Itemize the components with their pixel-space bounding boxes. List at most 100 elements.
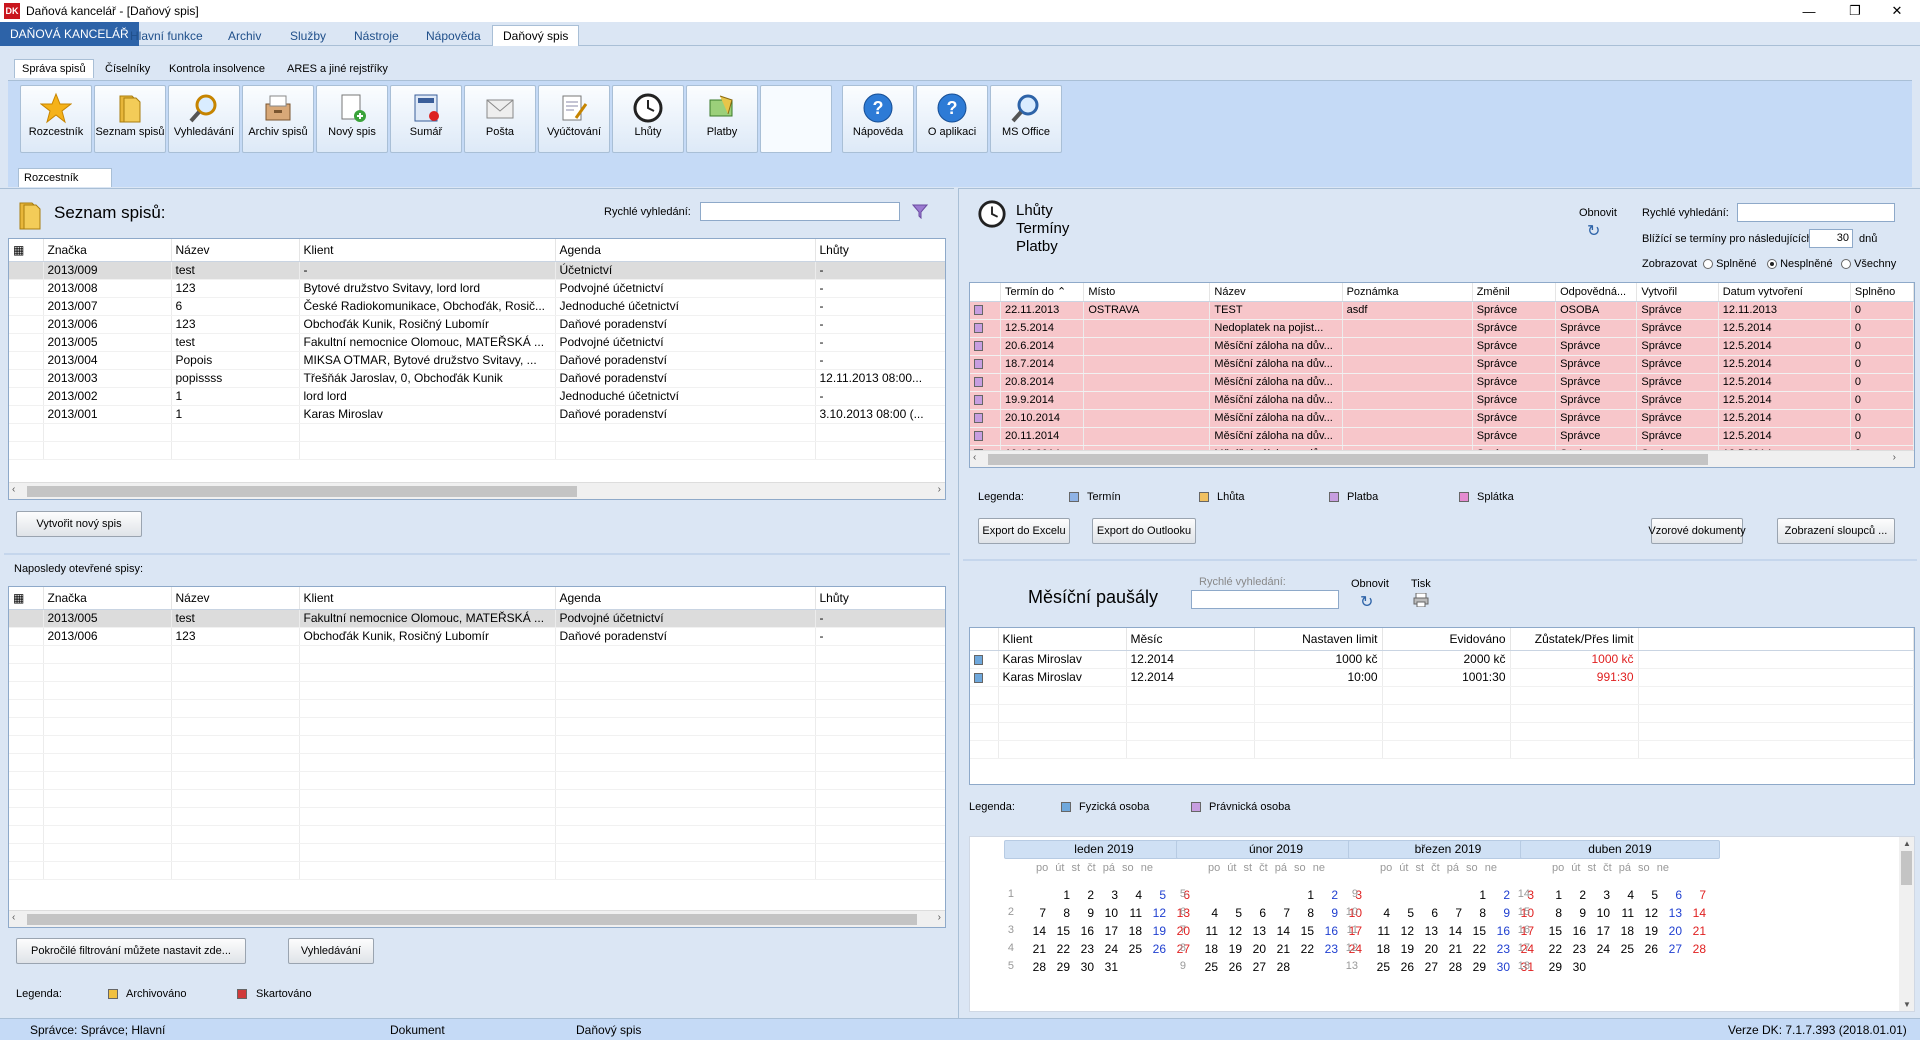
calendar-day[interactable]: 27 <box>1248 960 1266 974</box>
table-row[interactable]: Karas Miroslav 12.2014 10:00 1001:30 991:30 <box>970 668 1914 687</box>
table-row[interactable]: 2013/003 popissss Třešňák Jaroslav, 0, Obc… <box>9 369 945 388</box>
calendar-day[interactable]: 25 <box>1616 942 1634 956</box>
calendar-day[interactable]: 12 <box>1640 906 1658 920</box>
calendar-day[interactable]: 16 <box>1076 924 1094 938</box>
table-row[interactable]: 19.9.2014 Měsíční záloha na dův... Správce… <box>970 391 1914 410</box>
grid-menu-icon[interactable]: ▦ <box>9 239 44 262</box>
col-nazev[interactable]: Název <box>171 587 300 610</box>
calendar-day[interactable]: 19 <box>1396 942 1414 956</box>
calendar-day[interactable]: 5 <box>1396 906 1414 920</box>
col-poznamka[interactable]: Poznámka <box>1342 283 1473 302</box>
calendar-day[interactable]: 16 <box>1320 924 1338 938</box>
calendar-day[interactable]: 11 <box>1372 924 1390 938</box>
calendar-day[interactable]: 1 <box>1052 888 1070 902</box>
table-row[interactable]: 2013/005 test Fakultní nemocnice Olomouc, … <box>9 609 945 628</box>
col-misto[interactable]: Místo <box>1083 283 1211 302</box>
calendar-day[interactable]: 21 <box>1688 924 1706 938</box>
calendar-day[interactable]: 17 <box>1100 924 1118 938</box>
create-spis-button[interactable]: Vytvořit nový spis <box>16 511 142 537</box>
advanced-filter-button[interactable]: Pokročilé filtrování můžete nastavit zde… <box>16 938 246 964</box>
subtab-ciselniky[interactable]: Číselníky <box>98 59 157 78</box>
pausaly-search-input[interactable] <box>1191 590 1339 609</box>
refresh-icon[interactable]: ↻ <box>1360 592 1373 612</box>
calendar-day[interactable]: 14 <box>1028 924 1046 938</box>
lhuty-search-input[interactable] <box>1737 203 1895 222</box>
tab-archiv[interactable]: Archiv <box>218 25 271 46</box>
calendar-day[interactable]: 26 <box>1640 942 1658 956</box>
table-row[interactable]: 18.7.2014 Měsíční záloha na dův... Správce… <box>970 355 1914 374</box>
calendar-day[interactable]: 20 <box>1420 942 1438 956</box>
calendar-day[interactable]: 14 <box>1688 906 1706 920</box>
col-nastaven-limit[interactable]: Nastaven limit <box>1254 628 1383 651</box>
calendar-day[interactable]: 18 <box>1372 942 1390 956</box>
calendar-day[interactable]: 25 <box>1124 942 1142 956</box>
calendar-vscroll[interactable]: ▲ ▼ <box>1899 837 1914 1011</box>
calendar-day[interactable]: 14 <box>1272 924 1290 938</box>
upcoming-days-input[interactable]: 30 <box>1809 229 1853 248</box>
calendar-day[interactable]: 4 <box>1616 888 1634 902</box>
calendar-day[interactable]: 15 <box>1052 924 1070 938</box>
calendar-day[interactable]: 5 <box>1640 888 1658 902</box>
col-splneno[interactable]: Splněno <box>1850 283 1914 302</box>
calendar-day[interactable]: 7 <box>1028 906 1046 920</box>
posta-button[interactable]: Pošta <box>464 85 536 153</box>
vyhledavani-button[interactable]: Vyhledávání <box>168 85 240 153</box>
calendar-day[interactable]: 21 <box>1028 942 1046 956</box>
calendar-day[interactable]: 8 <box>1468 906 1486 920</box>
vyuctovani-button[interactable]: Vyúčtování <box>538 85 610 153</box>
calendar-day[interactable]: 1 <box>1468 888 1486 902</box>
calendar-day[interactable]: 4 <box>1372 906 1390 920</box>
calendar-day[interactable]: 10 <box>1592 906 1610 920</box>
tab-nastroje[interactable]: Nástroje <box>344 25 409 46</box>
calendar-day[interactable]: 1 <box>1296 888 1314 902</box>
lhuty-button[interactable]: Lhůty <box>612 85 684 153</box>
table-row[interactable]: 12.5.2014 Nedoplatek na pojist... Správce S… <box>970 319 1914 338</box>
calendar-day[interactable]: 9 <box>1568 906 1586 920</box>
calendar-day[interactable]: 3 <box>1592 888 1610 902</box>
table-row[interactable]: 2013/008 123 Bytové družstvo Svitavy, lord… <box>9 279 945 298</box>
calendar-day[interactable]: 9 <box>1076 906 1094 920</box>
napoveda-button[interactable]: ? Nápověda <box>842 85 914 153</box>
seznam-search-input[interactable] <box>700 202 900 221</box>
table-row[interactable]: 2013/006 123 Obchoďák Kunik, Rosičný Lubom… <box>9 627 945 646</box>
pausaly-refresh-label[interactable]: Obnovit <box>1351 578 1389 590</box>
calendar-day[interactable]: 6 <box>1420 906 1438 920</box>
table-row[interactable]: 2013/007 6 České Radiokomunikace, Obchoďák… <box>9 297 945 316</box>
printer-icon[interactable] <box>1413 593 1429 607</box>
calendar-day[interactable]: 23 <box>1568 942 1586 956</box>
calendar-day[interactable]: 26 <box>1224 960 1242 974</box>
col-odpovedna[interactable]: Odpovědná... <box>1555 283 1638 302</box>
rozcestnik-button[interactable]: Rozcestník <box>20 85 92 153</box>
calendar-day[interactable]: 28 <box>1028 960 1046 974</box>
calendar-day[interactable]: 22 <box>1544 942 1562 956</box>
col-klient[interactable]: Klient <box>299 239 556 262</box>
table-row[interactable]: 2013/006 123 Obchoďák Kunik, Rosičný Lubom… <box>9 315 945 334</box>
radio-vsechny[interactable]: Všechny <box>1841 258 1896 270</box>
calendar-day[interactable]: 21 <box>1272 942 1290 956</box>
table-row[interactable]: Karas Miroslav 12.2014 1000 kč 2000 kč 1000 … <box>970 650 1914 669</box>
col-agenda[interactable]: Agenda <box>555 587 816 610</box>
brand-menu[interactable]: DAŇOVÁ KANCELÁŘ <box>0 22 139 46</box>
tab-napoveda[interactable]: Nápověda <box>416 25 491 46</box>
calendar-day[interactable]: 30 <box>1492 960 1510 974</box>
table-row[interactable]: 20.10.2014 Měsíční záloha na dův... Správc… <box>970 409 1914 428</box>
subtab-ares[interactable]: ARES a jiné rejstříky <box>280 59 395 78</box>
calendar-day[interactable]: 8 <box>1544 906 1562 920</box>
grid-menu-icon[interactable] <box>970 283 1001 302</box>
calendar-day[interactable]: 2 <box>1320 888 1338 902</box>
calendar-day[interactable]: 24 <box>1592 942 1610 956</box>
col-lhuty[interactable]: Lhůty <box>815 587 945 610</box>
calendar-day[interactable]: 12 <box>1224 924 1242 938</box>
grid-menu-icon[interactable]: ▦ <box>9 587 44 610</box>
calendar-day[interactable]: 24 <box>1100 942 1118 956</box>
sumar-button[interactable]: Sumář <box>390 85 462 153</box>
calendar-day[interactable]: 6 <box>1248 906 1266 920</box>
col-klient[interactable]: Klient <box>998 628 1127 651</box>
calendar-day[interactable]: 22 <box>1052 942 1070 956</box>
col-znacka[interactable]: Značka <box>43 239 172 262</box>
print-label[interactable]: Tisk <box>1411 578 1431 590</box>
calendar-day[interactable]: 22 <box>1296 942 1314 956</box>
calendar-day[interactable]: 11 <box>1124 906 1142 920</box>
table-row[interactable]: 20.6.2014 Měsíční záloha na dův... Správce… <box>970 337 1914 356</box>
calendar-day[interactable]: 6 <box>1664 888 1682 902</box>
